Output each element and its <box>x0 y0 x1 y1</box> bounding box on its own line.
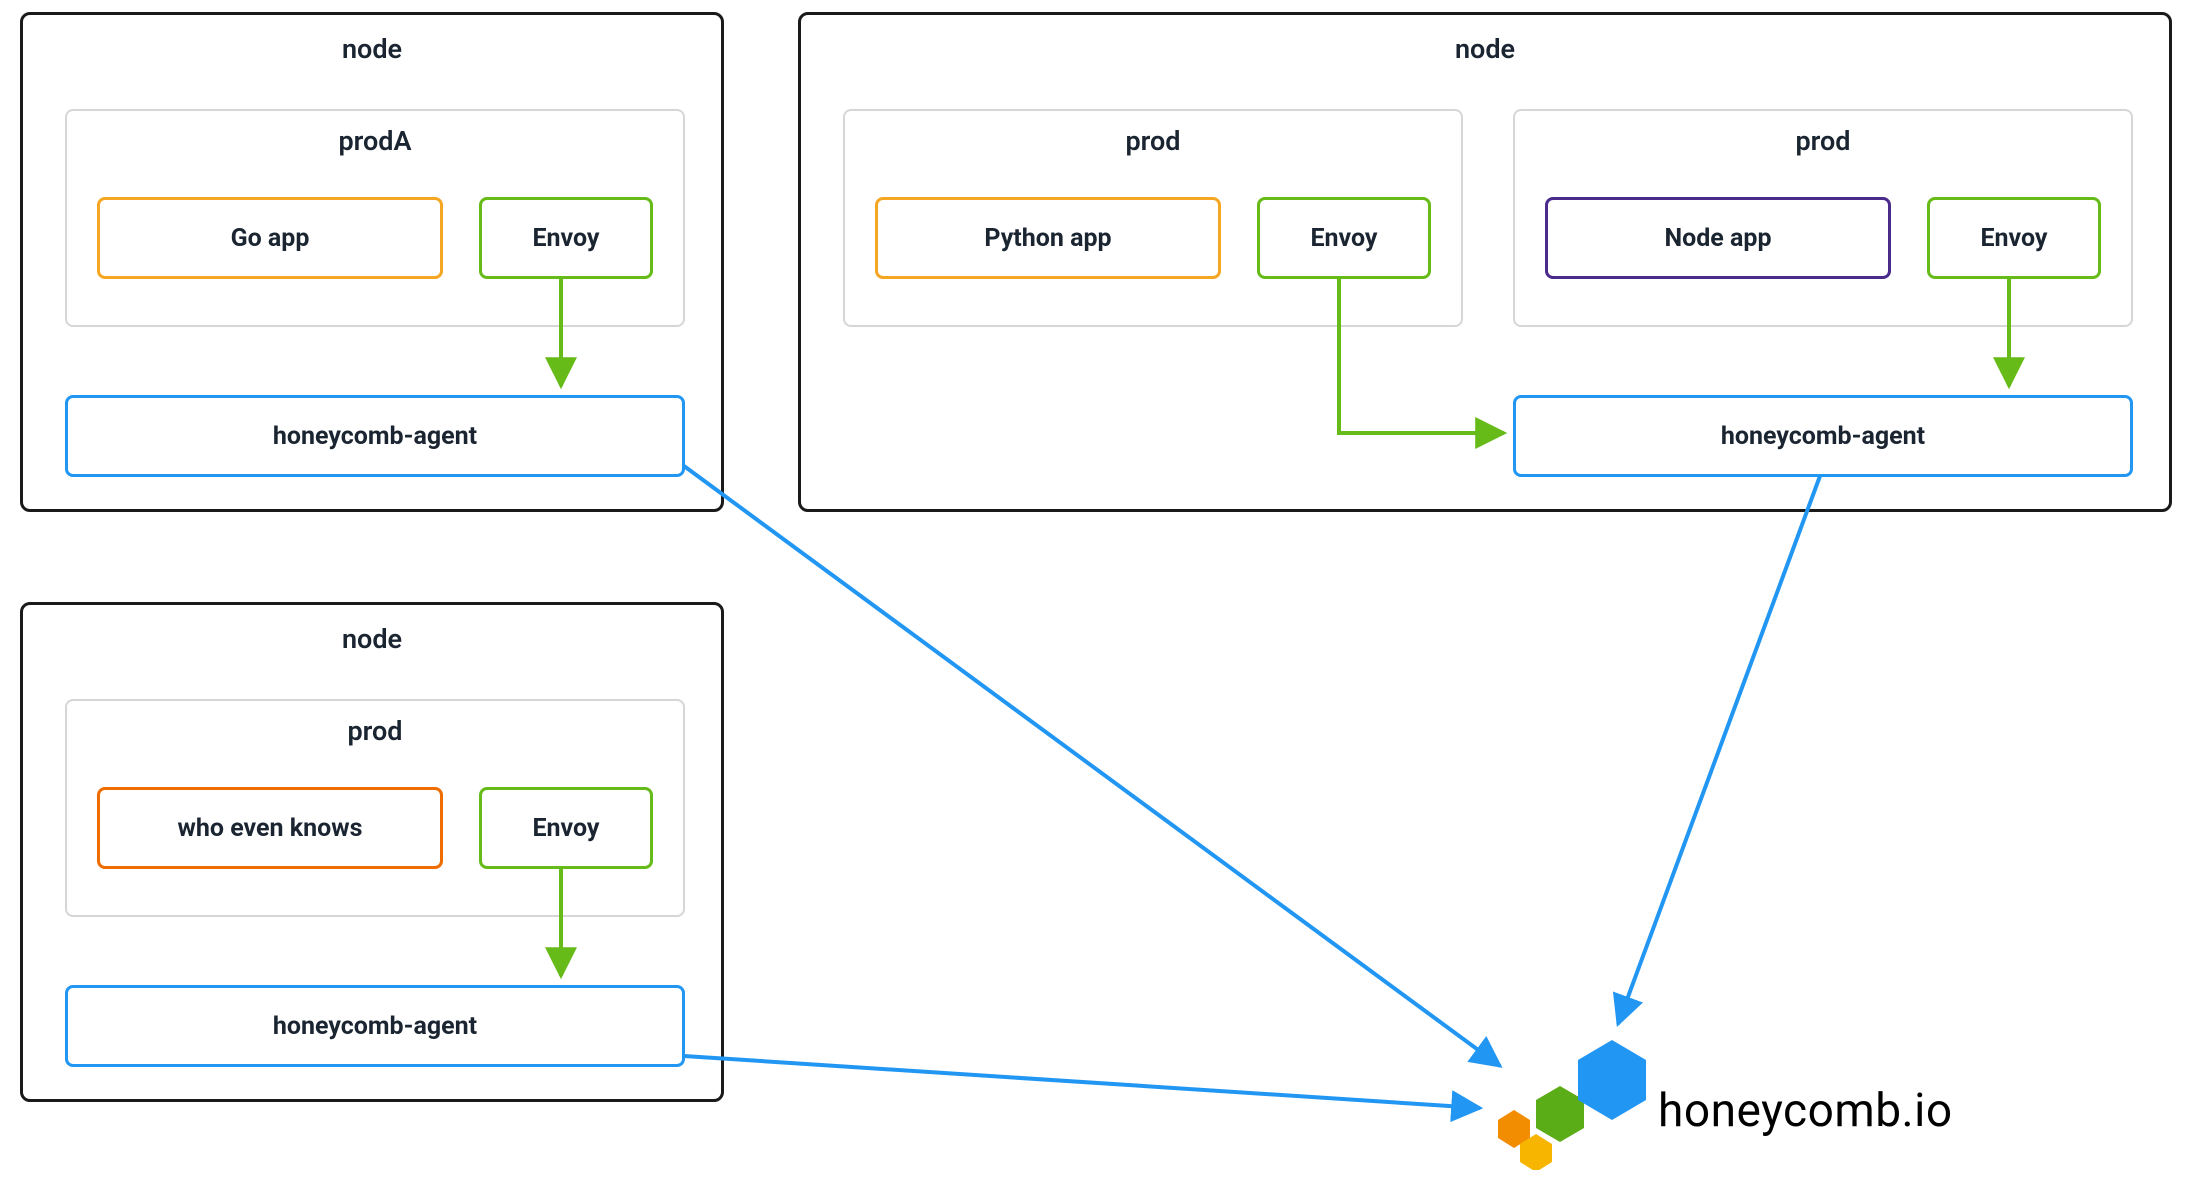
honeycomb-logo: honeycomb.io honeycomb.io <box>1470 1030 2170 1170</box>
node-box-top-right: node prod Python app Envoy prod Node app… <box>798 12 2172 512</box>
chip-label: who even knows <box>178 814 363 843</box>
node-title: node <box>23 15 721 75</box>
honeycomb-hex-cluster-icon <box>1498 1040 1646 1170</box>
container-python-app: Python app <box>875 197 1221 279</box>
arrow-agent-to-honeycomb <box>684 466 1500 1066</box>
chip-label: Envoy <box>532 814 599 843</box>
node-box-top-left: node prodA Go app Envoy honeycomb-agent <box>20 12 724 512</box>
chip-label: honeycomb-agent <box>273 422 477 451</box>
pod-title: prodA <box>67 111 683 167</box>
container-envoy: Envoy <box>1257 197 1431 279</box>
pod-prod-unknown: prod who even knows Envoy <box>65 699 685 917</box>
chip-label: Envoy <box>1980 224 2047 253</box>
container-envoy: Envoy <box>479 787 653 869</box>
honeycomb-agent-box: honeycomb-agent <box>1513 395 2133 477</box>
chip-label: Python app <box>984 224 1111 253</box>
container-who-even-knows: who even knows <box>97 787 443 869</box>
container-go-app: Go app <box>97 197 443 279</box>
honeycomb-agent-box: honeycomb-agent <box>65 985 685 1067</box>
chip-label: Envoy <box>532 224 599 253</box>
pod-prodA: prodA Go app Envoy <box>65 109 685 327</box>
pod-prod-python: prod Python app Envoy <box>843 109 1463 327</box>
pod-title: prod <box>1515 111 2131 167</box>
chip-label: Node app <box>1664 224 1771 253</box>
chip-label: Go app <box>231 224 310 253</box>
chip-label: Envoy <box>1310 224 1377 253</box>
node-title: node <box>23 605 721 665</box>
node-title: node <box>801 15 2169 75</box>
arrow-agent-to-honeycomb <box>1618 476 1820 1024</box>
honeycomb-agent-box: honeycomb-agent <box>65 395 685 477</box>
architecture-diagram: node prodA Go app Envoy honeycomb-agent … <box>0 0 2192 1184</box>
container-envoy: Envoy <box>1927 197 2101 279</box>
container-envoy: Envoy <box>479 197 653 279</box>
logo-text-svg: honeycomb.io <box>1658 1084 1953 1138</box>
node-box-bottom-left: node prod who even knows Envoy honeycomb… <box>20 602 724 1102</box>
chip-label: honeycomb-agent <box>273 1012 477 1041</box>
pod-title: prod <box>845 111 1461 167</box>
container-node-app: Node app <box>1545 197 1891 279</box>
arrow-agent-to-honeycomb <box>684 1056 1480 1108</box>
pod-title: prod <box>67 701 683 757</box>
chip-label: honeycomb-agent <box>1721 422 1925 451</box>
pod-prod-node: prod Node app Envoy <box>1513 109 2133 327</box>
